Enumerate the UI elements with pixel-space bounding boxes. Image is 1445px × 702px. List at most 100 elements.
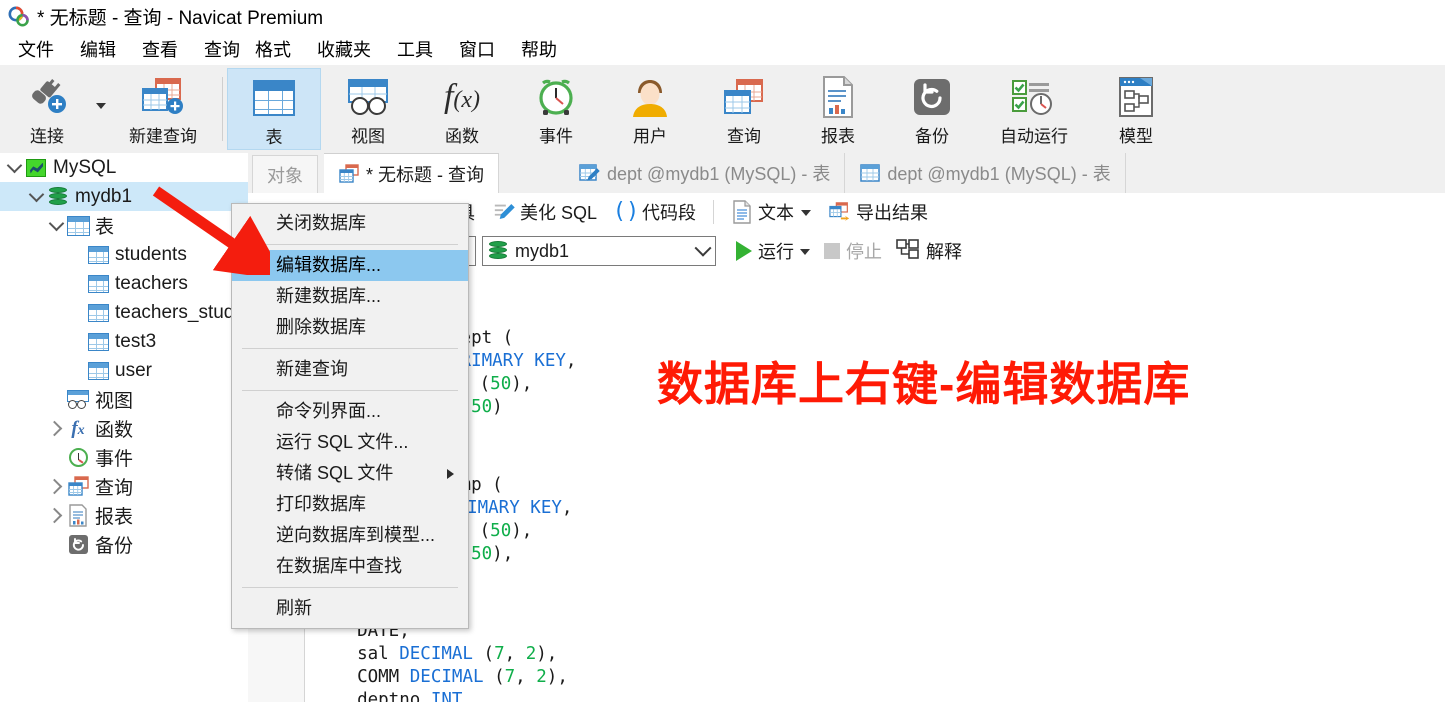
- query-table-icon: [716, 74, 772, 120]
- ctx-delete-database[interactable]: 删除数据库: [232, 312, 468, 343]
- red-arrow-icon: [152, 186, 270, 275]
- toolbar-label-event: 事件: [539, 127, 573, 146]
- beautify-sql-button[interactable]: 美化 SQL: [486, 197, 604, 227]
- explain-label: 解释: [926, 242, 962, 262]
- view-icon: [66, 390, 90, 409]
- tree-node-test3[interactable]: test3: [0, 327, 248, 356]
- menu-tools[interactable]: 工具: [384, 34, 446, 64]
- tree-node-views[interactable]: 视图: [0, 385, 248, 414]
- tab-dept-data[interactable]: dept @mydb1 (MySQL) - 表: [845, 153, 1126, 193]
- view-icon: [340, 74, 396, 120]
- ctx-run-sql-file[interactable]: 运行 SQL 文件...: [232, 427, 468, 458]
- export-result-button[interactable]: 导出结果: [822, 197, 935, 227]
- toolbar-button-function[interactable]: f(x) 函数: [415, 68, 509, 150]
- function-fx-icon: f(x): [443, 78, 481, 115]
- expander-right-icon[interactable]: [46, 478, 66, 495]
- window-title: * 无标题 - 查询 - Navicat Premium: [37, 8, 324, 29]
- connection-dropdown-caret-icon[interactable]: [94, 68, 108, 150]
- stop-icon: [824, 243, 840, 259]
- ctx-reverse-database-to-model[interactable]: 逆向数据库到模型...: [232, 520, 468, 551]
- toolbar-button-automation[interactable]: 自动运行: [979, 68, 1089, 150]
- expander-down-icon[interactable]: [4, 157, 24, 174]
- toolbar-button-table[interactable]: 表: [227, 68, 321, 150]
- submenu-arrow-icon: [447, 469, 454, 479]
- annotation-text: 数据库上右键-编辑数据库: [657, 358, 1191, 410]
- table-icon: [246, 75, 302, 121]
- toolbar-button-connection[interactable]: 连接: [0, 68, 94, 150]
- ctx-new-database[interactable]: 新建数据库...: [232, 281, 468, 312]
- menu-format[interactable]: 格式: [253, 34, 304, 64]
- tree-label-teachers-stud: teachers_stud: [115, 301, 235, 323]
- table-icon: [86, 303, 110, 322]
- expander-down-icon[interactable]: [26, 186, 46, 203]
- tree-label-teachers: teachers: [115, 272, 188, 294]
- tab-untitled-query[interactable]: * 无标题 - 查询: [324, 153, 500, 193]
- database-icon: [489, 241, 507, 261]
- report-document-icon: [66, 504, 90, 527]
- expander-right-icon[interactable]: [46, 420, 66, 437]
- toolbar-button-view[interactable]: 视图: [321, 68, 415, 150]
- text-dropdown-caret-icon[interactable]: [801, 209, 812, 216]
- ctx-dump-sql-file[interactable]: 转储 SQL 文件: [232, 458, 468, 489]
- menu-view[interactable]: 查看: [129, 34, 191, 64]
- title-bar: * 无标题 - 查询 - Navicat Premium: [0, 0, 1445, 33]
- toolbar-label-table: 表: [265, 128, 283, 147]
- menu-query[interactable]: 查询: [191, 34, 253, 64]
- menu-help[interactable]: 帮助: [508, 34, 570, 64]
- tree-node-user[interactable]: user: [0, 356, 248, 385]
- run-dropdown-caret-icon[interactable]: [800, 249, 810, 255]
- main-toolbar: 连接 新建查询 表 视图 f(x) 函数 事件 用户 查询 报表 备份 自动运行…: [0, 65, 1445, 154]
- menu-window[interactable]: 窗口: [446, 34, 508, 64]
- tree-label-functions: 函数: [95, 420, 134, 441]
- toolbar-label-automation: 自动运行: [1000, 127, 1068, 146]
- tree-node-events[interactable]: 事件: [0, 443, 248, 472]
- event-clock-icon: [528, 74, 584, 120]
- ctx-find-in-database[interactable]: 在数据库中查找: [232, 551, 468, 582]
- chevron-down-icon[interactable]: [694, 239, 712, 257]
- tree-node-queries[interactable]: 查询: [0, 472, 248, 501]
- run-button[interactable]: 运行: [732, 238, 814, 264]
- expander-down-icon[interactable]: [46, 215, 66, 232]
- tree-node-reports[interactable]: 报表: [0, 501, 248, 530]
- navicat-window: * 无标题 - 查询 - Navicat Premium 文件 编辑 查看 查询…: [0, 0, 1445, 702]
- tree-node-teachers-stud[interactable]: teachers_stud: [0, 298, 248, 327]
- toolbar-button-model[interactable]: 模型: [1089, 68, 1183, 150]
- toolbar-label-report: 报表: [821, 127, 855, 146]
- tab-dept-design[interactable]: dept @mydb1 (MySQL) - 表: [565, 153, 846, 193]
- tree-node-backups[interactable]: 备份: [0, 530, 248, 559]
- text-button[interactable]: 文本: [724, 197, 818, 227]
- toolbar-button-user[interactable]: 用户: [603, 68, 697, 150]
- toolbar-button-report[interactable]: 报表: [791, 68, 885, 150]
- ctx-refresh[interactable]: 刷新: [232, 593, 468, 624]
- tree-node-functions[interactable]: fx 函数: [0, 414, 248, 443]
- toolbar-button-new-query[interactable]: 新建查询: [108, 68, 218, 150]
- toolbar-label-view: 视图: [351, 127, 385, 146]
- tree-label-mydb1: mydb1: [75, 185, 133, 207]
- expander-right-icon[interactable]: [46, 507, 66, 524]
- table-folder-icon: [66, 215, 90, 236]
- table-icon: [86, 245, 110, 264]
- toolbar-button-query[interactable]: 查询: [697, 68, 791, 150]
- event-clock-icon: [66, 448, 90, 467]
- database-combo[interactable]: mydb1: [482, 236, 716, 266]
- ctx-new-query[interactable]: 新建查询: [232, 354, 468, 385]
- stop-button[interactable]: 停止: [820, 238, 886, 264]
- code-snippet-button[interactable]: () 代码段: [608, 197, 703, 227]
- menu-favorites[interactable]: 收藏夹: [304, 34, 384, 64]
- report-document-icon: [810, 74, 866, 120]
- tab-bar: 对象 * 无标题 - 查询 dept @mydb1 (MySQL) - 表 de…: [248, 153, 1445, 194]
- table-icon: [86, 361, 110, 380]
- table-design-icon: [579, 163, 601, 183]
- toolbar-button-backup[interactable]: 备份: [885, 68, 979, 150]
- tree-node-mysql[interactable]: MySQL: [0, 153, 248, 182]
- ctx-command-line-interface[interactable]: 命令列界面...: [232, 396, 468, 427]
- explain-plan-icon: [896, 238, 920, 265]
- ctx-print-database[interactable]: 打印数据库: [232, 489, 468, 520]
- toolbar-button-event[interactable]: 事件: [509, 68, 603, 150]
- menu-edit[interactable]: 编辑: [67, 34, 129, 64]
- ctx-dump-sql-file-label: 转储 SQL 文件: [276, 463, 394, 483]
- ctx-separator: [242, 244, 458, 245]
- menu-file[interactable]: 文件: [5, 34, 67, 64]
- tab-label-objects: 对象: [267, 165, 303, 186]
- explain-button[interactable]: 解释: [892, 238, 966, 265]
